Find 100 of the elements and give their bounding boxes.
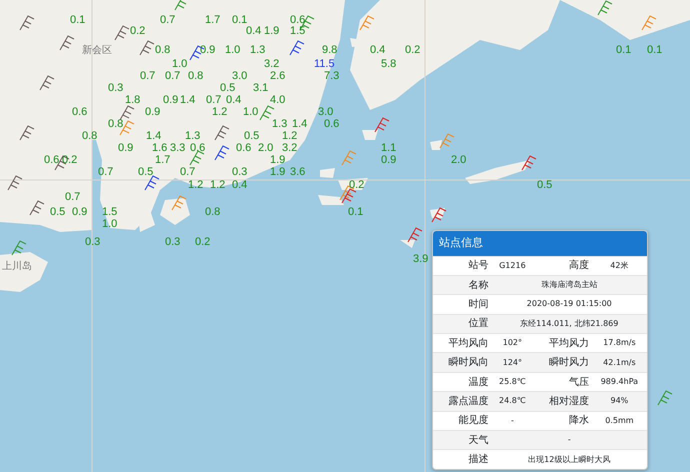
station-value-label: 0.6 bbox=[44, 155, 60, 166]
wind-barb-icon bbox=[522, 155, 536, 170]
station-value-label: 1.2 bbox=[188, 180, 204, 191]
station-value-label: 1.2 bbox=[210, 180, 226, 191]
station-value-label: 1.3 bbox=[250, 45, 266, 56]
wind-barb-icon bbox=[342, 188, 356, 204]
station-value-label: 0.7 bbox=[140, 71, 156, 82]
station-value-label: 0.5 bbox=[220, 83, 236, 94]
field-value: 24.8℃ bbox=[492, 392, 534, 412]
station-value-label: 1.7 bbox=[155, 155, 170, 166]
station-value-label: 2.0 bbox=[258, 143, 274, 154]
station-value-label: 0.6 bbox=[190, 143, 206, 154]
station-value-label: 3.3 bbox=[170, 143, 186, 154]
wind-barb-icon bbox=[190, 150, 204, 166]
station-value-label: 1.9 bbox=[264, 26, 280, 37]
wind-barb-icon bbox=[342, 150, 356, 166]
field-label: 位置 bbox=[433, 314, 492, 334]
station-value-label: 0.6 bbox=[324, 119, 340, 130]
land-area bbox=[465, 160, 530, 184]
field-value: - bbox=[492, 430, 647, 450]
station-value-label: 5.8 bbox=[381, 59, 396, 70]
station-value-label: 4.0 bbox=[270, 95, 286, 106]
station-value-label: 3.2 bbox=[282, 143, 298, 154]
station-value-label: 0.2 bbox=[405, 45, 420, 56]
land-area bbox=[0, 252, 48, 292]
wind-barb-icon bbox=[114, 25, 130, 40]
station-value-label: 0.1 bbox=[616, 45, 632, 56]
station-value-label: 0.6 bbox=[236, 143, 252, 154]
station-value-label: 0.9 bbox=[200, 45, 216, 56]
wind-barb-icon bbox=[20, 15, 34, 30]
station-value-label: 1.0 bbox=[225, 45, 240, 56]
wind-barb-icon bbox=[20, 125, 34, 140]
place-name-label: 新会区 bbox=[82, 46, 112, 56]
field-value: 94% bbox=[592, 392, 647, 412]
field-label: 名称 bbox=[433, 275, 492, 295]
station-value-label: 0.1 bbox=[348, 207, 364, 218]
station-value-label: 3.0 bbox=[318, 107, 334, 118]
station-value-label: 0.3 bbox=[165, 237, 180, 248]
station-value-label: 0.5 bbox=[244, 131, 260, 142]
station-value-label: 1.6 bbox=[152, 143, 168, 154]
station-value-label: 1.9 bbox=[270, 167, 286, 178]
station-value-label: 3.6 bbox=[290, 167, 306, 178]
land-area bbox=[362, 130, 378, 140]
station-value-label: 0.8 bbox=[205, 207, 220, 218]
wind-barb-icon bbox=[642, 15, 656, 30]
station-value-label: 0.5 bbox=[138, 167, 154, 178]
station-value-label: 1.0 bbox=[102, 219, 118, 230]
station-value-label: 0.2 bbox=[130, 26, 146, 37]
field-label: 瞬时风力 bbox=[533, 352, 592, 372]
station-value-label: 0.4 bbox=[232, 180, 248, 191]
station-value-label: 0.4 bbox=[226, 95, 242, 106]
wind-barb-icon bbox=[658, 390, 672, 406]
station-value-label: 3.0 bbox=[232, 71, 248, 82]
station-value-label: 0.8 bbox=[82, 131, 98, 142]
wind-barb-icon bbox=[598, 0, 612, 16]
station-value-label: 3.2 bbox=[264, 59, 280, 70]
wind-barb-icon bbox=[30, 200, 44, 216]
station-value-label: 0.7 bbox=[160, 15, 176, 26]
station-value-label: 0.7 bbox=[65, 192, 80, 203]
station-value-label: 0.7 bbox=[165, 71, 180, 82]
station-value-label: 0.8 bbox=[108, 119, 124, 130]
station-value-label: 2.6 bbox=[270, 71, 286, 82]
station-value-label: 0.3 bbox=[108, 83, 124, 94]
field-value: 124° bbox=[492, 352, 534, 372]
wind-barb-icon bbox=[214, 145, 230, 160]
station-value-label: 1.4 bbox=[180, 95, 196, 106]
station-value-label: 0.7 bbox=[180, 167, 196, 178]
station-value-label: 0.2 bbox=[195, 237, 210, 248]
station-value-label: 1.5 bbox=[102, 207, 118, 218]
land-area bbox=[430, 208, 445, 218]
station-value-label: 0.3 bbox=[85, 237, 100, 248]
station-value-label: 0.5 bbox=[50, 207, 66, 218]
wind-barb-icon bbox=[290, 40, 304, 56]
field-label: 相对湿度 bbox=[533, 392, 592, 412]
station-value-label: 2.0 bbox=[451, 155, 466, 166]
field-label: 天气 bbox=[433, 430, 492, 450]
station-value-label: 0.1 bbox=[232, 15, 248, 26]
wind-barb-icon bbox=[120, 105, 134, 120]
wind-barb-icon bbox=[172, 195, 186, 210]
station-value-label: 0.4 bbox=[370, 45, 386, 56]
station-value-label: 1.4 bbox=[292, 119, 308, 130]
wind-barb-icon bbox=[408, 227, 422, 242]
field-value: 东经114.011, 北纬21.869 bbox=[492, 314, 647, 334]
field-label: 描述 bbox=[433, 450, 492, 470]
station-value-label: 0.9 bbox=[145, 107, 160, 118]
station-value-label: 0.3 bbox=[232, 167, 248, 178]
station-value-label: 0.5 bbox=[537, 180, 552, 191]
station-value-label: 0.7 bbox=[98, 167, 114, 178]
wind-barb-icon bbox=[260, 105, 274, 120]
station-value-label: 1.0 bbox=[172, 59, 188, 70]
station-value-label: 0.6 bbox=[72, 107, 88, 118]
station-value-label: 1.7 bbox=[205, 15, 220, 26]
station-value-label: 0.9 bbox=[163, 95, 178, 106]
field-label: 瞬时风向 bbox=[433, 352, 492, 372]
station-value-label: 1.8 bbox=[125, 95, 140, 106]
station-value-label: 3.1 bbox=[253, 83, 268, 94]
station-value-label: 1.2 bbox=[282, 131, 298, 142]
station-value-label: 1.2 bbox=[212, 107, 228, 118]
station-value-label: 11.5 bbox=[314, 59, 335, 70]
land-area bbox=[430, 140, 442, 150]
